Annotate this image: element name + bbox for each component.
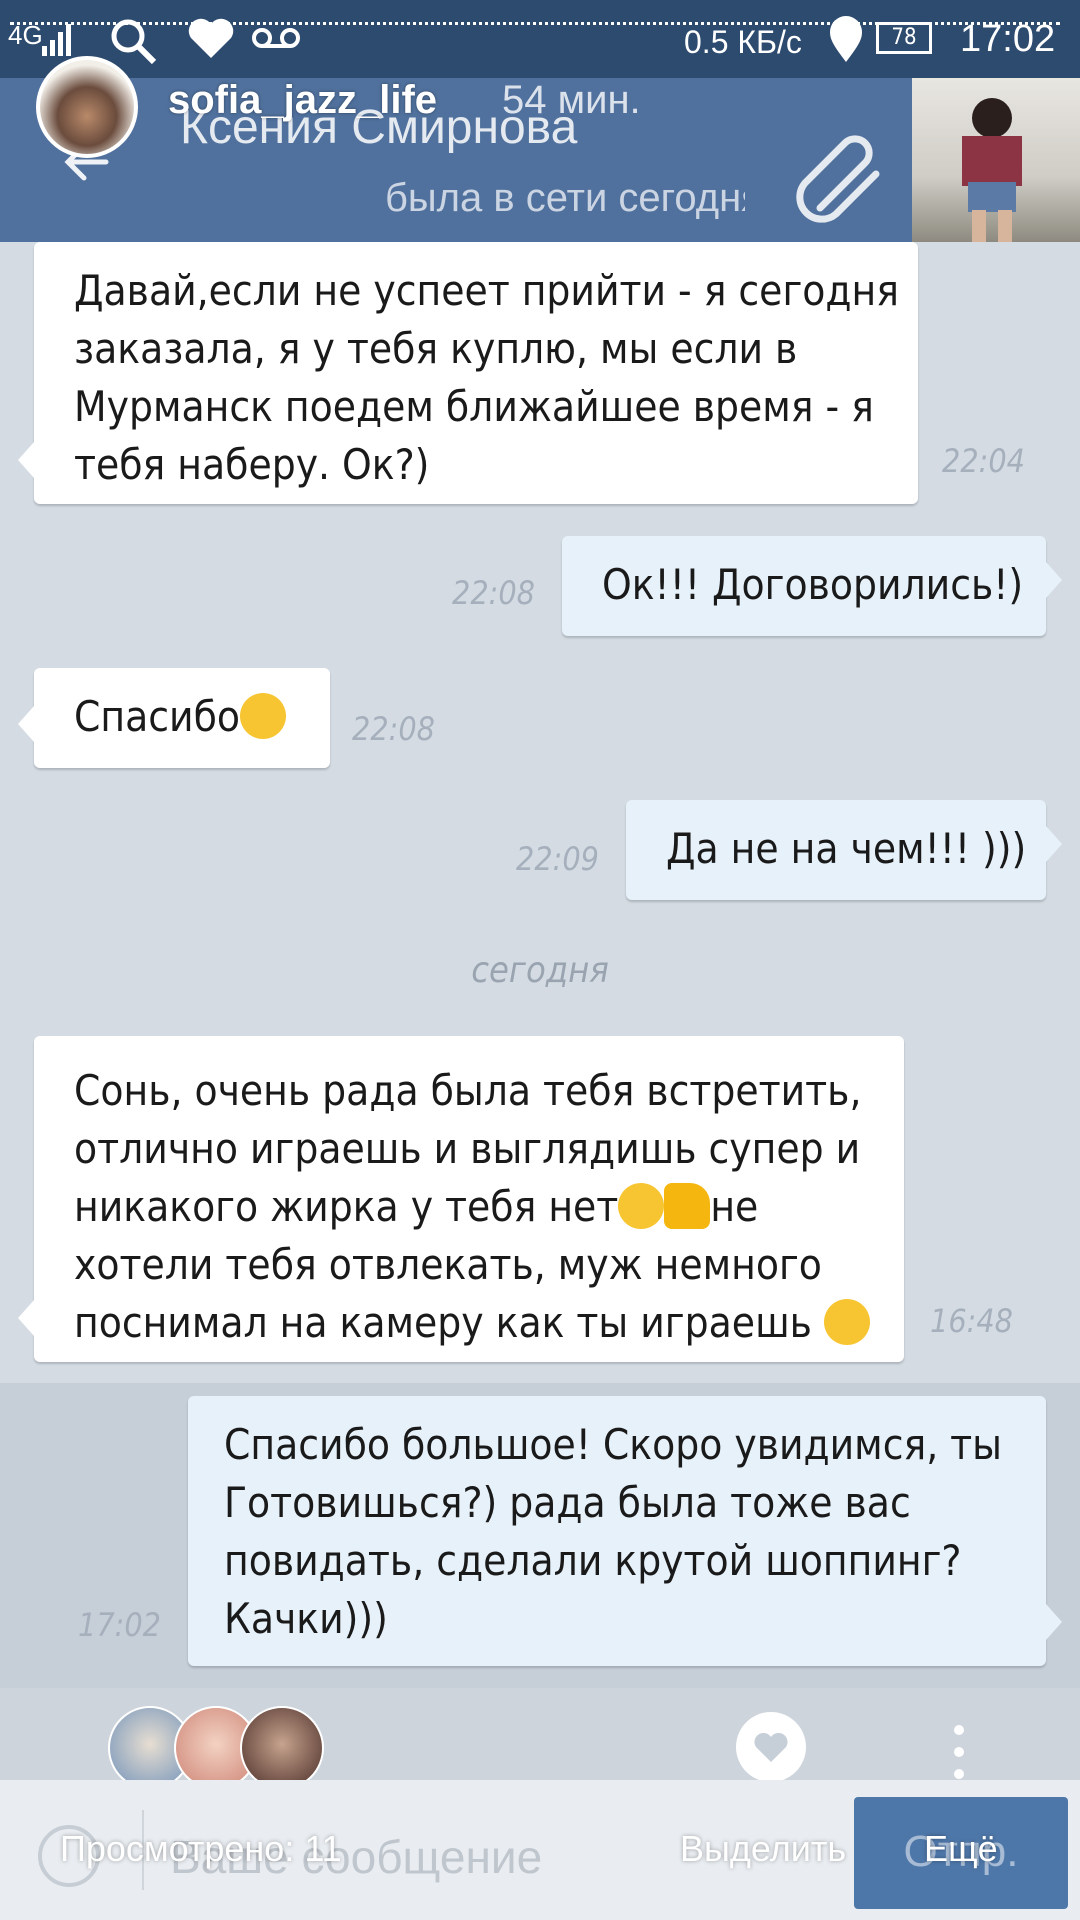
more-options-icon[interactable] — [952, 1722, 966, 1782]
bubble-tail — [18, 442, 34, 478]
clock: 17:02 — [960, 18, 1056, 60]
kiss-emoji-icon — [240, 693, 286, 739]
contact-photo[interactable] — [912, 78, 1080, 242]
network-speed: 0.5 КБ/с — [684, 24, 802, 60]
message-time: 22:09 — [516, 840, 599, 878]
status-bar: 4G 0.5 КБ/с 78 17:02 — [0, 0, 1080, 78]
bubble-tail — [1046, 562, 1062, 598]
story-more-button[interactable]: Ещё — [924, 1828, 998, 1870]
message-time: 22:08 — [352, 710, 435, 748]
contact-status: была в сети сегодня — [385, 176, 745, 220]
story-author-avatar[interactable] — [36, 56, 138, 158]
message-time: 22:04 — [942, 442, 1025, 480]
message-text: Давай,если не успеет прийти - я сегодня … — [74, 266, 899, 489]
bubble-tail — [1046, 826, 1062, 862]
message-bubble-outgoing[interactable]: Ок!!! Договорились!) — [562, 536, 1062, 636]
network-indicator: 4G — [8, 20, 43, 50]
like-button[interactable] — [736, 1712, 806, 1782]
message-line: хотели тебя отвлекать, муж немного — [74, 1240, 822, 1289]
message-bubble-incoming[interactable]: Сонь, очень рада была тебя встретить, от… — [18, 1036, 904, 1362]
bubble-tail — [18, 706, 34, 742]
message-line: Сонь, очень рада была тебя встретить, — [74, 1066, 862, 1115]
message-time: 17:02 — [78, 1606, 161, 1644]
bubble-tail — [1046, 1604, 1062, 1640]
thumbs-up-emoji-icon — [664, 1183, 711, 1229]
message-time: 22:08 — [452, 574, 535, 612]
story-time-ago: 54 мин. — [502, 78, 641, 122]
message-text: Спасибо большое! Скоро увидимся, ты Гото… — [224, 1420, 1003, 1643]
message-text: Ок!!! Договорились!) — [602, 560, 1024, 609]
message-text: Спасибо — [74, 692, 240, 741]
bubble-tail — [18, 1300, 34, 1336]
heart-icon — [754, 1732, 788, 1762]
battery-icon: 78 — [876, 22, 932, 54]
paperclip-icon[interactable] — [790, 128, 890, 228]
message-bubble-outgoing[interactable]: Да не на чем!!! ))) — [626, 800, 1062, 900]
heart-notification-icon — [188, 18, 234, 59]
message-input-bar: Ваше сообщение Отпр. Просмотрено: 11 Выд… — [0, 1780, 1080, 1920]
message-line: отлично играешь и выглядишь супер и — [74, 1124, 861, 1173]
message-bubble-incoming[interactable]: Давай,если не успеет прийти - я сегодня … — [18, 242, 918, 504]
message-bubble-outgoing[interactable]: Спасибо большое! Скоро увидимся, ты Гото… — [188, 1396, 1062, 1666]
voicemail-icon — [252, 28, 300, 48]
story-viewed-count[interactable]: Просмотрено: 11 — [60, 1828, 342, 1870]
message-line-with-emoji: поснимал на камеру как ты играешь — [74, 1294, 904, 1352]
highlight-button[interactable]: Выделить — [680, 1828, 846, 1870]
smile-emoji-icon — [823, 1299, 870, 1345]
laughing-emoji-icon — [618, 1183, 665, 1229]
location-icon — [830, 16, 862, 62]
battery-level: 78 — [891, 25, 917, 50]
viewer-avatar — [240, 1706, 324, 1790]
message-line-with-emoji: никакого жирка у тебя нет не — [74, 1182, 759, 1231]
message-bubble-incoming[interactable]: Спасибо — [18, 668, 330, 768]
message-text: Да не на чем!!! ))) — [666, 824, 1027, 873]
signal-icon — [42, 24, 71, 56]
day-separator: сегодня — [471, 950, 609, 991]
message-time: 16:48 — [930, 1302, 1013, 1340]
story-username[interactable]: sofia_jazz_life — [168, 78, 437, 123]
